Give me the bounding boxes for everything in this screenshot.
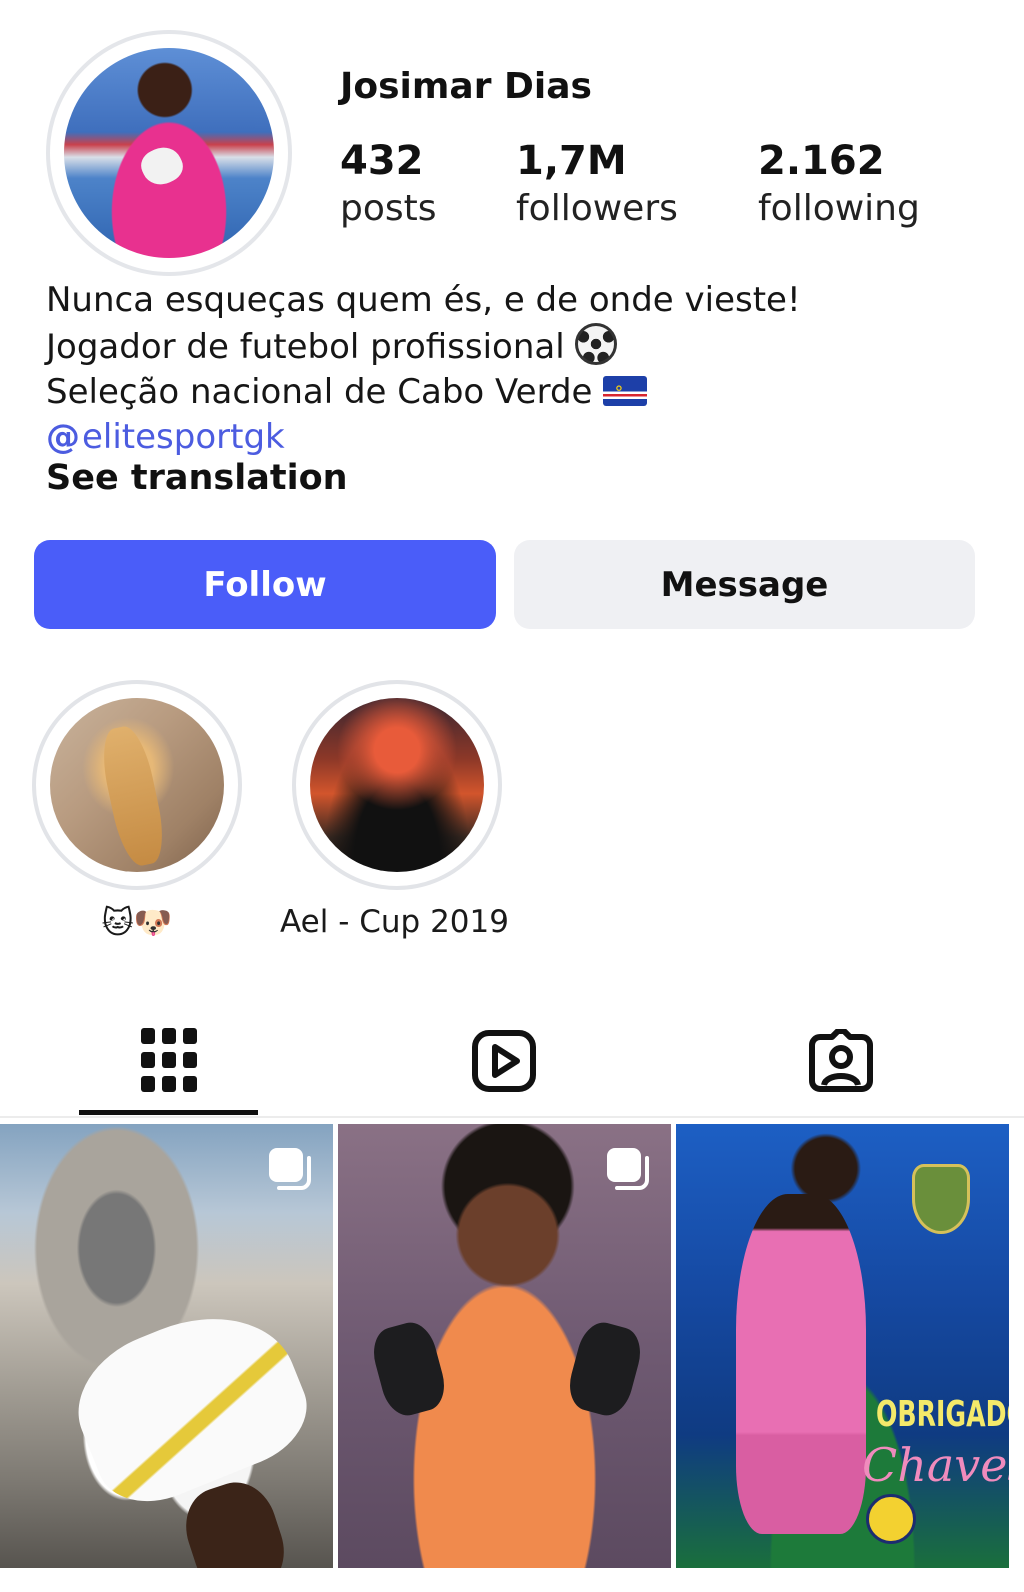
post-overlay-script: Chaves [862, 1438, 1009, 1492]
bio-link-text: elitesportgk [82, 417, 285, 457]
post-image-detail [563, 1317, 647, 1421]
highlight-label: Ael - Cup 2019 [280, 904, 509, 940]
post-thumbnail[interactable]: OBRIGADO! Chaves [676, 1124, 1009, 1568]
highlight-label: 🐱🐶 [101, 905, 173, 941]
grid-icon [141, 1028, 197, 1092]
profile-tabs [0, 1000, 1024, 1118]
football-icon [866, 1494, 916, 1544]
posts-label: posts [340, 188, 437, 229]
active-tab-indicator [79, 1110, 258, 1115]
tagged-icon [809, 1029, 873, 1092]
tab-posts-grid[interactable] [79, 1016, 259, 1106]
reels-icon [472, 1030, 536, 1092]
tab-tagged[interactable] [751, 1016, 931, 1106]
cover-detail [95, 722, 171, 870]
post-image-detail [736, 1194, 866, 1534]
avatar-glove [136, 141, 188, 191]
carousel-icon [269, 1148, 311, 1190]
post-overlay-text: OBRIGADO! [876, 1394, 1009, 1435]
profile-name: Josimar Dias [340, 66, 592, 107]
profile-avatar[interactable] [64, 48, 274, 258]
bio-line-3-text: Seleção nacional de Cabo Verde [46, 372, 593, 412]
profile-bio: Nunca esqueças quem és, e de onde vieste… [46, 278, 1006, 460]
message-button[interactable]: Message [514, 540, 975, 629]
highlight-cover [310, 698, 484, 872]
bio-line-1: Nunca esqueças quem és, e de onde vieste… [46, 280, 801, 320]
following-stat[interactable]: 2.162 following [758, 138, 920, 234]
post-thumbnail[interactable] [0, 1124, 333, 1568]
following-count: 2.162 [758, 138, 885, 184]
tab-reels[interactable] [414, 1016, 594, 1106]
posts-stat[interactable]: 432 posts [340, 138, 437, 234]
bio-line-3: Seleção nacional de Cabo Verde [46, 370, 1006, 415]
highlight-ring [292, 680, 502, 890]
highlight-pets[interactable]: 🐱🐶 [32, 680, 242, 941]
post-image-detail [367, 1317, 451, 1421]
club-crest-icon [912, 1164, 970, 1234]
follow-button[interactable]: Follow [34, 540, 496, 629]
post-image-detail [58, 1288, 322, 1520]
following-label: following [758, 188, 920, 229]
highlight-cover [50, 698, 224, 872]
carousel-icon [607, 1148, 649, 1190]
highlight-ring [32, 680, 242, 890]
highlight-ael-cup[interactable]: Ael - Cup 2019 [280, 680, 509, 940]
followers-count: 1,7M [516, 138, 627, 184]
threads-icon: @ [46, 417, 80, 457]
posts-count: 432 [340, 138, 424, 184]
see-translation-link[interactable]: See translation [46, 458, 348, 498]
followers-stat[interactable]: 1,7M followers [516, 138, 678, 234]
followers-label: followers [516, 188, 678, 229]
cape-verde-flag-icon [603, 376, 648, 406]
bio-line-2: Jogador de futebol profissional [46, 323, 1006, 370]
post-thumbnail[interactable] [338, 1124, 671, 1568]
soccer-ball-icon [575, 323, 618, 365]
bio-line-2-text: Jogador de futebol profissional [46, 327, 565, 367]
bio-link[interactable]: @elitesportgk [46, 415, 1006, 460]
